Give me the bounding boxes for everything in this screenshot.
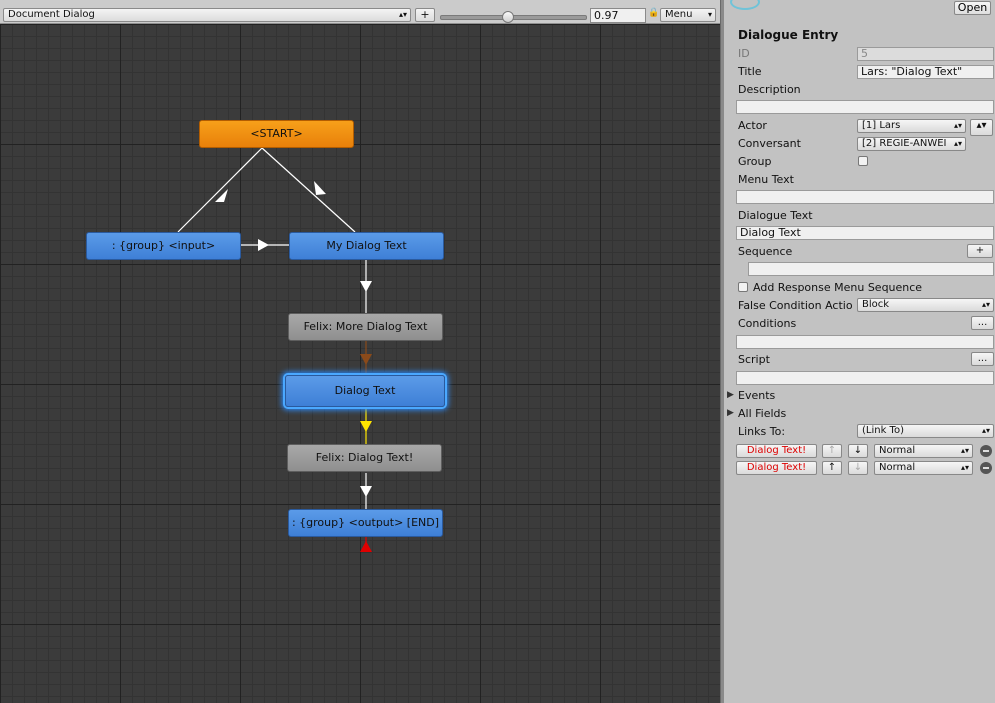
- link-arrow-icon: [258, 239, 269, 251]
- false-condition-value: Block: [862, 299, 890, 310]
- conditions-field[interactable]: [736, 335, 994, 349]
- id-label: ID: [738, 47, 750, 60]
- updown-arrows-icon: ▴▾: [953, 139, 962, 148]
- move-link-down-button[interactable]: ↓: [848, 461, 868, 475]
- updown-arrows-icon: ▴▾: [960, 463, 969, 472]
- document-select-label: Document Dialog: [8, 9, 95, 20]
- links-to-dropdown[interactable]: (Link To) ▴▾: [857, 424, 994, 438]
- updown-arrows-icon: ▴▾: [981, 426, 990, 435]
- events-foldout-label[interactable]: Events: [738, 389, 775, 402]
- sequence-field[interactable]: [748, 262, 994, 276]
- link-target-button[interactable]: Dialog Text!: [736, 444, 817, 458]
- link-arrow-icon: [314, 181, 326, 195]
- add-response-checkbox[interactable]: [738, 282, 748, 292]
- all-fields-foldout-label[interactable]: All Fields: [738, 407, 786, 420]
- node-links: [177, 147, 372, 552]
- script-field[interactable]: [736, 371, 994, 385]
- actor-options-button[interactable]: ▴▾: [970, 119, 993, 136]
- links-to-label: Links To:: [738, 425, 786, 438]
- link-arrow-icon: [360, 281, 372, 292]
- section-title: Dialogue Entry: [738, 28, 839, 42]
- group-label: Group: [738, 155, 772, 168]
- inspector-panel: Open Dialogue Entry ID 5 Title Lars: "Di…: [724, 0, 995, 703]
- node-felix-dialog-text[interactable]: Felix: Dialog Text!: [287, 444, 442, 472]
- actor-dropdown-value: [1] Lars: [862, 120, 901, 131]
- graph-toolbar: Document Dialog ▴▾ + 0.97 🔒 Menu ▾: [0, 0, 720, 24]
- node-start[interactable]: <START>: [199, 120, 354, 148]
- title-label: Title: [738, 65, 762, 78]
- script-label: Script: [738, 353, 770, 366]
- all-fields-foldout-arrow-icon[interactable]: ▶: [727, 408, 734, 418]
- node-group-output-end[interactable]: : {group} <output> [END]: [288, 509, 443, 537]
- menu-dropdown-label: Menu: [665, 9, 693, 20]
- menu-text-label: Menu Text: [738, 173, 794, 186]
- group-checkbox[interactable]: [858, 156, 868, 166]
- title-field[interactable]: Lars: "Dialog Text": [857, 65, 994, 79]
- link-arrow-icon: [360, 541, 372, 552]
- zoom-slider-handle[interactable]: [502, 11, 514, 23]
- link-arrow-icon: [360, 354, 372, 365]
- node-graph-canvas[interactable]: <START> : {group} <input> My Dialog Text…: [0, 24, 720, 703]
- remove-link-icon[interactable]: [980, 462, 992, 474]
- add-response-label: Add Response Menu Sequence: [753, 281, 923, 294]
- actor-dropdown[interactable]: [1] Lars ▴▾: [857, 119, 966, 133]
- lock-icon[interactable]: 🔒: [648, 8, 659, 18]
- menu-dropdown[interactable]: Menu ▾: [660, 8, 716, 22]
- link-priority-dropdown[interactable]: Normal ▴▾: [874, 444, 973, 458]
- dialogue-text-label: Dialogue Text: [738, 209, 813, 222]
- links-to-value: (Link To): [862, 425, 904, 436]
- conditions-label: Conditions: [738, 317, 797, 330]
- inspector-header: Open: [724, 0, 995, 24]
- node-group-input[interactable]: : {group} <input>: [86, 232, 241, 260]
- events-foldout-arrow-icon[interactable]: ▶: [727, 390, 734, 400]
- link-priority-value: Normal: [879, 462, 916, 473]
- actor-label: Actor: [738, 119, 767, 132]
- menu-text-field[interactable]: [736, 190, 994, 204]
- link-arrow-icon: [215, 189, 228, 202]
- script-edit-button[interactable]: ...: [971, 352, 994, 366]
- updown-arrows-icon: ▴▾: [976, 120, 987, 131]
- conversant-dropdown-value: [2] REGIE-ANWEI: [862, 138, 947, 149]
- conditions-edit-button[interactable]: ...: [971, 316, 994, 330]
- remove-link-icon[interactable]: [980, 445, 992, 457]
- sequence-label: Sequence: [738, 245, 793, 258]
- link-priority-dropdown[interactable]: Normal ▴▾: [874, 461, 973, 475]
- open-button[interactable]: Open: [954, 1, 991, 15]
- link-target-button[interactable]: Dialog Text!: [736, 461, 817, 475]
- dialogue-system-logo-icon: [730, 0, 760, 10]
- link-start-to-input: [177, 147, 263, 233]
- sequence-add-button[interactable]: +: [967, 244, 993, 258]
- dropdown-arrow-icon: ▾: [707, 10, 712, 19]
- add-node-button[interactable]: +: [415, 8, 435, 22]
- updown-arrows-icon: ▴▾: [398, 10, 407, 19]
- updown-arrows-icon: ▴▾: [981, 300, 990, 309]
- link-arrow-icon: [360, 486, 372, 497]
- id-field: 5: [857, 47, 994, 61]
- updown-arrows-icon: ▴▾: [960, 446, 969, 455]
- link-arrow-icon: [360, 421, 372, 432]
- link-priority-value: Normal: [879, 445, 916, 456]
- zoom-value-field[interactable]: 0.97: [590, 8, 646, 23]
- false-condition-label: False Condition Actio: [738, 299, 853, 312]
- updown-arrows-icon: ▴▾: [953, 121, 962, 130]
- dialogue-text-field[interactable]: Dialog Text: [736, 226, 994, 240]
- node-dialog-text-selected[interactable]: Dialog Text: [285, 375, 445, 407]
- move-link-up-button[interactable]: ↑: [822, 444, 842, 458]
- description-field[interactable]: [736, 100, 994, 114]
- node-felix-more-dialog-text[interactable]: Felix: More Dialog Text: [288, 313, 443, 341]
- conversant-label: Conversant: [738, 137, 801, 150]
- link-start-to-mydialog: [261, 147, 356, 233]
- node-my-dialog-text[interactable]: My Dialog Text: [289, 232, 444, 260]
- false-condition-dropdown[interactable]: Block ▴▾: [857, 298, 994, 312]
- conversant-dropdown[interactable]: [2] REGIE-ANWEI ▴▾: [857, 137, 966, 151]
- move-link-down-button[interactable]: ↓: [848, 444, 868, 458]
- description-label: Description: [738, 83, 801, 96]
- document-select[interactable]: Document Dialog ▴▾: [3, 8, 411, 22]
- move-link-up-button[interactable]: ↑: [822, 461, 842, 475]
